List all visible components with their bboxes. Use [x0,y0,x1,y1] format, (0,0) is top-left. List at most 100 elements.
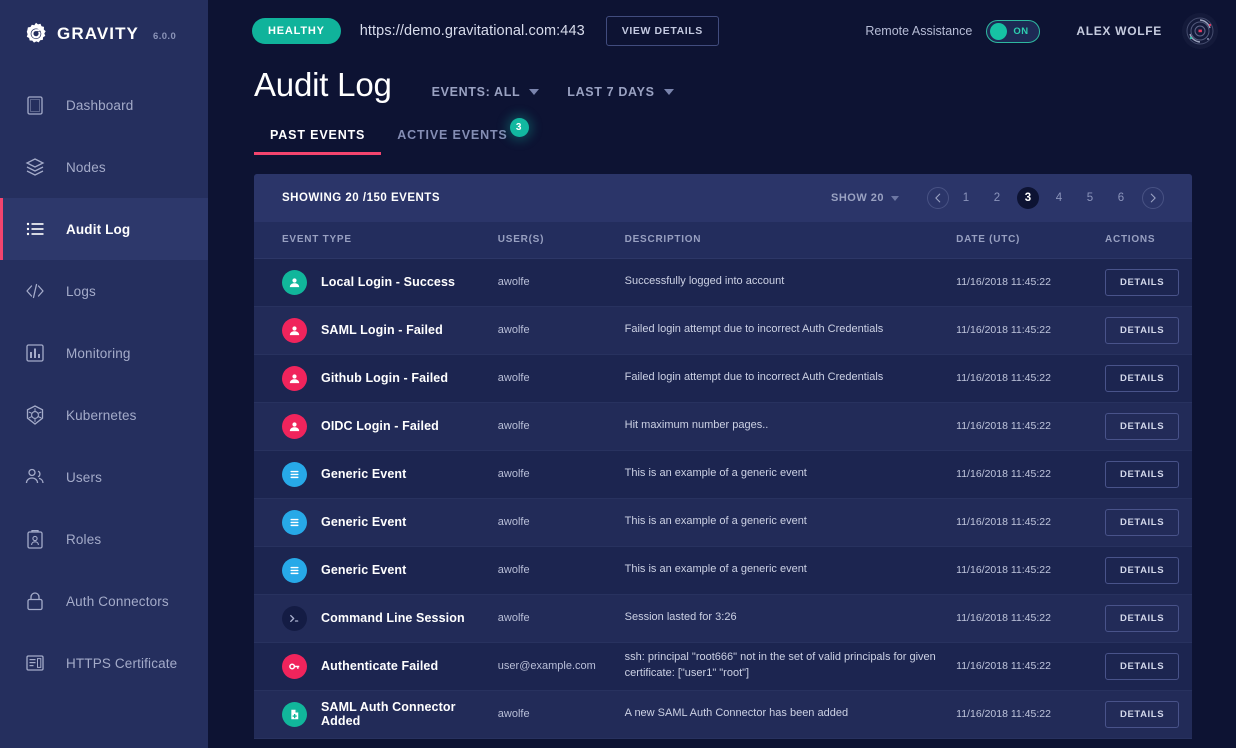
details-button[interactable]: DETAILS [1105,509,1179,536]
cell-actions: DETAILS [1095,306,1192,354]
description-label: A new SAML Auth Connector has been added [625,707,848,719]
cell-description: ssh: principal "root666" not in the set … [615,642,947,690]
view-details-button[interactable]: VIEW DETAILS [606,16,719,46]
date-label: 11/16/2018 11:45:22 [956,468,1051,480]
pagination-page-3[interactable]: 3 [1017,187,1039,209]
table-header-row: EVENT TYPE USER(S) DESCRIPTION DATE (UTC… [254,222,1192,258]
table-row: OIDC Login - FailedawolfeHit maximum num… [254,402,1192,450]
details-button[interactable]: DETAILS [1105,653,1179,680]
pagination-next-button[interactable] [1142,187,1164,209]
show-count-selector[interactable]: SHOW 20 [831,192,899,204]
cell-user: awolfe [488,546,615,594]
sidebar-item-logs[interactable]: Logs [0,260,208,322]
date-label: 11/16/2018 11:45:22 [956,276,1051,288]
date-label: 11/16/2018 11:45:22 [956,564,1051,576]
cell-user: awolfe [488,354,615,402]
date-label: 11/16/2018 11:45:22 [956,372,1051,384]
sidebar-item-auth-connectors[interactable]: Auth Connectors [0,570,208,632]
date-label: 11/16/2018 11:45:22 [956,660,1051,672]
user-name: ALEX WOLFE [1076,24,1162,38]
table-row: Generic EventawolfeThis is an example of… [254,546,1192,594]
cell-actions: DETAILS [1095,354,1192,402]
sidebar-item-label: Auth Connectors [66,594,169,609]
date-range-filter[interactable]: LAST 7 DAYS [567,85,673,99]
page-title: Audit Log [254,66,392,104]
user-label: awolfe [498,708,530,720]
cell-user: user@example.com [488,642,615,690]
cell-date: 11/16/2018 11:45:22 [946,306,1095,354]
user-label: awolfe [498,468,530,480]
sidebar-item-label: Dashboard [66,98,133,113]
dashboard-icon [24,94,46,116]
details-button[interactable]: DETAILS [1105,413,1179,440]
date-label: 11/16/2018 11:45:22 [956,420,1051,432]
details-button[interactable]: DETAILS [1105,461,1179,488]
cell-user: awolfe [488,402,615,450]
sidebar-item-roles[interactable]: Roles [0,508,208,570]
cell-description: Failed login attempt due to incorrect Au… [615,306,947,354]
sidebar-item-dashboard[interactable]: Dashboard [0,74,208,136]
sidebar-item-kubernetes[interactable]: Kubernetes [0,384,208,446]
cell-user: awolfe [488,450,615,498]
event-type-label: Generic Event [321,467,406,481]
cell-date: 11/16/2018 11:45:22 [946,354,1095,402]
user-label: awolfe [498,516,530,528]
avatar[interactable] [1182,13,1218,49]
details-button[interactable]: DETAILS [1105,605,1179,632]
list-badge-icon [282,462,307,487]
table-row: Generic EventawolfeThis is an example of… [254,498,1192,546]
list-badge-icon [282,558,307,583]
pagination-page-1[interactable]: 1 [955,187,977,209]
sidebar-item-users[interactable]: Users [0,446,208,508]
sidebar-item-nodes[interactable]: Nodes [0,136,208,198]
cell-actions: DETAILS [1095,258,1192,306]
col-date: DATE (UTC) [946,222,1095,258]
user-badge-icon [282,270,307,295]
sidebar-item-monitoring[interactable]: Monitoring [0,322,208,384]
date-range-filter-label: LAST 7 DAYS [567,85,654,99]
topbar-right: Remote Assistance ON ALEX WOLFE [865,13,1218,49]
pagination-page-2[interactable]: 2 [986,187,1008,209]
cell-user: awolfe [488,594,615,642]
pagination-page-4[interactable]: 4 [1048,187,1070,209]
details-button[interactable]: DETAILS [1105,701,1179,728]
list-icon [24,218,46,240]
table-row: Github Login - FailedawolfeFailed login … [254,354,1192,402]
page-header: Audit Log EVENTS: ALL LAST 7 DAYS [208,66,1236,104]
cell-description: Hit maximum number pages.. [615,402,947,450]
tab-active-events[interactable]: ACTIVE EVENTS3 [381,128,523,155]
remote-assistance-toggle[interactable]: ON [986,20,1040,43]
details-button[interactable]: DETAILS [1105,557,1179,584]
details-button[interactable]: DETAILS [1105,269,1179,296]
pagination-page-6[interactable]: 6 [1110,187,1132,209]
event-type-label: SAML Auth Connector Added [321,700,478,728]
pagination-page-5[interactable]: 5 [1079,187,1101,209]
cell-date: 11/16/2018 11:45:22 [946,546,1095,594]
sidebar-item-https-certificate[interactable]: HTTPS Certificate [0,632,208,694]
list-badge-icon [282,510,307,535]
cell-date: 11/16/2018 11:45:22 [946,450,1095,498]
user-label: user@example.com [498,660,596,672]
tab-past-events[interactable]: PAST EVENTS [254,128,381,155]
description-label: Session lasted for 3:26 [625,611,737,623]
event-type-label: Generic Event [321,563,406,577]
main-content: HEALTHY https://demo.gravitational.com:4… [208,0,1236,748]
user-badge-icon [282,366,307,391]
sidebar-item-audit-log[interactable]: Audit Log [0,198,208,260]
cell-description: This is an example of a generic event [615,450,947,498]
lock-icon [24,590,46,612]
details-button[interactable]: DETAILS [1105,317,1179,344]
cell-date: 11/16/2018 11:45:22 [946,258,1095,306]
events-filter[interactable]: EVENTS: ALL [432,85,540,99]
cell-actions: DETAILS [1095,402,1192,450]
cell-actions: DETAILS [1095,642,1192,690]
sidebar-item-label: Monitoring [66,346,131,361]
date-label: 11/16/2018 11:45:22 [956,516,1051,528]
date-label: 11/16/2018 11:45:22 [956,324,1051,336]
event-type-label: Command Line Session [321,611,465,625]
pagination-prev-button[interactable] [927,187,949,209]
brand-logo[interactable]: GRAVITY 6.0.0 [0,0,208,68]
details-button[interactable]: DETAILS [1105,365,1179,392]
toggle-state-label: ON [1013,26,1028,37]
table-head: EVENT TYPE USER(S) DESCRIPTION DATE (UTC… [254,222,1192,258]
